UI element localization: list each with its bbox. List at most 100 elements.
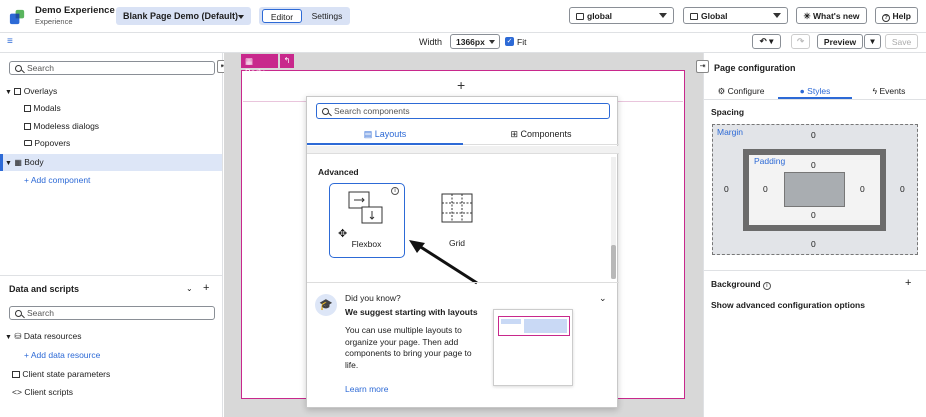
pointer-arrow-icon (409, 240, 478, 285)
tree-item-client-state[interactable]: Client state parameters (12, 369, 110, 379)
padding-top-value[interactable]: 0 (811, 160, 816, 170)
undo-button[interactable]: ↶ ▾ (752, 34, 781, 49)
modal-icon (24, 105, 31, 112)
chevron-down-icon (238, 15, 244, 19)
tab-events[interactable]: ϟ Events (852, 81, 926, 99)
search-icon (15, 310, 22, 317)
preview-menu-button[interactable]: ▾ (864, 34, 881, 49)
padding-bottom-value[interactable]: 0 (811, 210, 816, 220)
tree-item-modeless[interactable]: Modeless dialogs (24, 121, 99, 131)
graduation-cap-icon: 🎓 (315, 294, 337, 316)
padding-label: Padding (754, 156, 786, 166)
tree-label: Modeless dialogs (33, 121, 100, 131)
save-button[interactable]: Save (885, 34, 918, 49)
tree-item-popovers[interactable]: Popovers (24, 138, 70, 148)
scope-dropdown[interactable]: global (569, 7, 674, 24)
picker-scroll-thumb[interactable] (611, 245, 616, 279)
margin-right-value[interactable]: 0 (900, 184, 905, 194)
width-select[interactable]: 1366px (450, 34, 500, 49)
divider (0, 275, 222, 276)
preview-label: Preview (823, 37, 857, 47)
tab-layouts-label: Layouts (374, 129, 407, 139)
data-search-input[interactable]: Search (9, 306, 215, 320)
chevron-down-icon[interactable]: ⌄ (186, 284, 193, 293)
chevron-down-icon (659, 13, 667, 18)
margin-bottom-value[interactable]: 0 (811, 239, 816, 249)
content-box (784, 172, 845, 207)
scope-icon (576, 13, 584, 20)
tip-divider (307, 282, 619, 283)
help-label: Help (892, 11, 911, 21)
global-dropdown[interactable]: Global (683, 7, 788, 24)
tab-styles[interactable]: ● Styles (778, 81, 852, 99)
canvas-toolbar: ≡ Width 1366px ✓ Fit ↶ ▾ ↷ Preview ▾ Sav… (0, 33, 926, 53)
grid-icon (441, 193, 473, 223)
select-parent-icon[interactable]: ↰ (280, 54, 294, 68)
plus-icon[interactable]: + (905, 277, 911, 289)
scope-icon (690, 13, 698, 20)
tab-divider (704, 99, 926, 100)
settings-tab[interactable]: Settings (306, 11, 348, 21)
illustration-block (501, 319, 521, 324)
page-selector[interactable]: Blank Page Demo (Default) (116, 7, 251, 25)
whats-new-button[interactable]: ✳ What's new (796, 7, 867, 24)
section-spacer (307, 146, 619, 154)
body-tag[interactable]: ▦ Body (241, 54, 278, 77)
advanced-options-toggle[interactable]: Show advanced configuration options (711, 300, 865, 310)
tip-body: You can use multiple layouts to organize… (345, 325, 472, 370)
undo-icon: ↶ ▾ (759, 36, 774, 46)
structure-search-input[interactable]: Search (9, 61, 215, 75)
tree-item-data-resources[interactable]: ▼ ⛁ Data resources (5, 331, 81, 342)
tree-label: Client scripts (24, 387, 73, 397)
add-component-link[interactable]: + Add component (24, 175, 90, 185)
insert-plus-icon[interactable]: + (457, 77, 465, 93)
redo-button[interactable]: ↷ (791, 34, 810, 49)
padding-right-value[interactable]: 0 (860, 184, 865, 194)
preview-button[interactable]: Preview (817, 34, 863, 49)
caret-down-icon: ▼ (5, 89, 12, 96)
add-data-resource-label: Add data resource (30, 350, 101, 360)
margin-top-value[interactable]: 0 (811, 130, 816, 140)
tree-item-client-scripts[interactable]: <> Client scripts (12, 387, 73, 397)
save-label: Save (891, 37, 912, 47)
fit-checkbox[interactable]: ✓ (505, 37, 514, 46)
chevron-down-icon (773, 13, 781, 18)
body-tag-label: Body (245, 67, 265, 77)
width-value: 1366px (456, 37, 485, 47)
tab-components-label: Components (520, 129, 572, 139)
tree-item-overlays[interactable]: ▼ Overlays (5, 86, 57, 96)
tree-item-modals[interactable]: Modals (24, 103, 61, 113)
component-search-input[interactable]: Search components (316, 103, 610, 119)
tip-heading: We suggest starting with layouts (345, 307, 478, 317)
search-icon (15, 65, 22, 72)
components-icon: ⊞ (510, 129, 518, 139)
margin-left-value[interactable]: 0 (724, 184, 729, 194)
menu-icon[interactable]: ≡ (7, 36, 13, 47)
tree-item-body-label: ▼ ▦ Body (5, 157, 44, 167)
help-button[interactable]: ? Help (875, 7, 918, 24)
illustration-block (524, 319, 567, 333)
caret-down-icon: ▼ (5, 334, 12, 341)
flexbox-card[interactable]: i ✥ Flexbox (329, 183, 405, 258)
editor-tab[interactable]: Editor (262, 9, 302, 23)
tab-configure-label: Configure (727, 86, 765, 96)
tree-label: Popovers (34, 138, 71, 148)
learn-more-link[interactable]: Learn more (345, 384, 388, 394)
fit-label: Fit (517, 37, 527, 47)
bolt-icon: ϟ (872, 86, 878, 96)
chevron-down-icon[interactable]: ⌄ (599, 293, 607, 304)
top-bar: Demo Experience Experience Blank Page De… (0, 0, 926, 33)
plus-icon[interactable]: + (203, 282, 209, 294)
margin-label: Margin (717, 127, 743, 137)
flexbox-icon (348, 191, 383, 224)
whats-new-label: What's new (813, 11, 860, 21)
padding-left-value[interactable]: 0 (763, 184, 768, 194)
tab-configure[interactable]: ⚙ Configure (704, 81, 778, 99)
add-data-resource-link[interactable]: + Add data resource (24, 350, 100, 360)
component-picker: Search components ▤ Layouts ⊞ Components… (306, 96, 619, 408)
tab-components[interactable]: ⊞ Components (463, 124, 619, 145)
collapse-right-icon[interactable]: ⇥ (696, 60, 709, 73)
tab-styles-label: Styles (807, 86, 831, 96)
tab-layouts[interactable]: ▤ Layouts (307, 124, 463, 145)
app-logo-icon (9, 9, 25, 25)
